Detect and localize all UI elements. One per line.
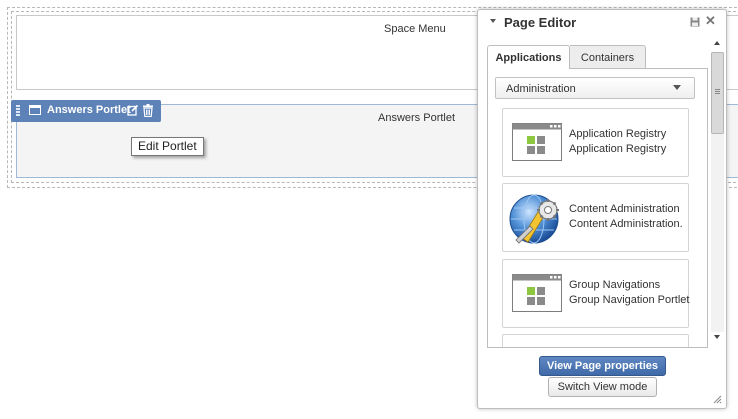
app-name: Content Administration — [569, 203, 680, 215]
view-page-properties-button[interactable]: View Page properties — [539, 356, 666, 376]
collapse-arrow-icon[interactable] — [490, 19, 496, 23]
app-description: Content Administration. — [569, 218, 683, 230]
scroll-thumb[interactable] — [711, 52, 724, 134]
app-name: Group Navigations — [569, 279, 661, 291]
application-window-icon — [512, 274, 562, 312]
tab-containers[interactable]: Containers — [570, 45, 646, 69]
chevron-down-icon — [673, 85, 681, 90]
grip-icon — [715, 89, 720, 95]
scroll-down-arrow-icon[interactable] — [714, 335, 720, 339]
applications-panel: Administration Application Registry Appl… — [487, 68, 708, 348]
page-editor-title: Page Editor — [504, 15, 577, 30]
save-icon[interactable] — [690, 17, 700, 27]
app-item-application-registry[interactable]: Application Registry Application Registr… — [502, 108, 689, 177]
scroll-up-arrow-icon[interactable] — [714, 41, 720, 45]
resize-grip-icon[interactable] — [712, 394, 722, 404]
portlet-toolbar-label: Answers Portlet — [47, 104, 131, 116]
tab-applications[interactable]: Applications — [487, 45, 570, 69]
portlet-window-icon — [29, 105, 41, 115]
switch-view-mode-button[interactable]: Switch View mode — [548, 377, 657, 397]
space-menu-title: Space Menu — [384, 23, 446, 35]
globe-gear-icon — [509, 194, 559, 244]
answers-portlet-title: Answers Portlet — [378, 112, 456, 124]
app-description: Group Navigation Portlet — [569, 294, 690, 306]
page-editor-panel: Page Editor ✕ Applications Containers Ad… — [477, 9, 727, 409]
portlet-toolbar: Answers Portlet — [11, 100, 161, 122]
app-item-content-administration[interactable]: Content Administration Content Administr… — [502, 183, 689, 252]
category-select[interactable]: Administration — [495, 77, 695, 99]
trash-icon[interactable] — [142, 104, 154, 117]
edit-portlet-tooltip: Edit Portlet — [131, 137, 204, 156]
app-name: Application Registry — [569, 128, 667, 140]
app-item-group-navigations[interactable]: Group Navigations Group Navigation Portl… — [502, 259, 689, 328]
page-editor-header[interactable]: Page Editor ✕ — [478, 10, 726, 36]
app-description: Application Registry — [569, 143, 667, 155]
close-icon[interactable]: ✕ — [705, 14, 716, 28]
edit-icon[interactable] — [127, 104, 139, 116]
drag-handle-icon[interactable] — [16, 105, 20, 117]
panel-scrollbar[interactable] — [710, 38, 725, 343]
category-select-value: Administration — [506, 83, 576, 95]
application-window-icon — [512, 123, 562, 161]
app-item-partial[interactable] — [502, 334, 689, 347]
